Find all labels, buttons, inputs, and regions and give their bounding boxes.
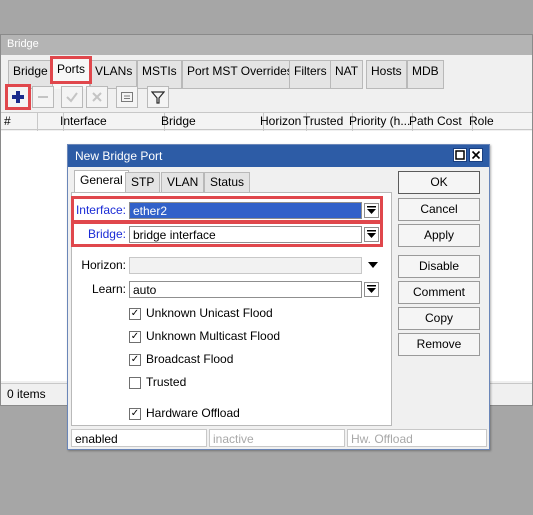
- dropdown-arrow-icon: [367, 285, 376, 293]
- dialog-titlebar[interactable]: New Bridge Port: [68, 145, 489, 167]
- bridge-toolbar: [1, 83, 532, 111]
- comment-button[interactable]: [116, 86, 138, 108]
- add-icon: [12, 91, 24, 103]
- general-tab-panel: Interface: ether2 Bridge: bridge interfa…: [71, 192, 392, 426]
- table-header: # Interface Bridge Horizon Trusted Prior…: [1, 112, 533, 132]
- copy-button[interactable]: Copy: [398, 307, 480, 330]
- status-inactive: inactive: [209, 429, 345, 447]
- learn-field[interactable]: auto: [129, 281, 362, 298]
- enable-button[interactable]: [61, 86, 83, 108]
- unknown-multicast-flood-checkbox[interactable]: ✓: [129, 331, 141, 343]
- disable-button[interactable]: Disable: [398, 255, 480, 278]
- unknown-unicast-flood-label: Unknown Unicast Flood: [146, 306, 273, 320]
- column-path-cost[interactable]: Path Cost: [406, 113, 473, 132]
- horizon-field[interactable]: [129, 257, 362, 274]
- bridge-tabbar: Bridge Ports VLANs MSTIs Port MST Overri…: [1, 56, 532, 89]
- comment-icon: [121, 92, 133, 102]
- column-role[interactable]: Role: [466, 113, 533, 132]
- bridge-dropdown-button[interactable]: [364, 227, 379, 242]
- maximize-button[interactable]: [453, 148, 467, 162]
- interface-label: Interface:: [75, 203, 126, 217]
- dialog-title: New Bridge Port: [75, 149, 163, 163]
- comment-button[interactable]: Comment: [398, 281, 480, 304]
- status-hw-offload: Hw. Offload: [347, 429, 487, 447]
- maximize-icon: [455, 150, 465, 160]
- horizon-expand-icon[interactable]: [368, 262, 378, 269]
- minus-icon: [38, 96, 48, 98]
- unknown-unicast-flood-checkbox[interactable]: ✓: [129, 308, 141, 320]
- column-priority[interactable]: Priority (h...: [346, 113, 413, 132]
- bridge-window-title: Bridge: [1, 35, 532, 55]
- filter-icon: [151, 91, 165, 104]
- check-icon: [66, 92, 78, 103]
- broadcast-flood-label: Broadcast Flood: [146, 352, 234, 366]
- column-bridge[interactable]: Bridge: [158, 113, 264, 132]
- disable-button[interactable]: [86, 86, 108, 108]
- bridge-field[interactable]: bridge interface: [129, 226, 362, 243]
- ok-button[interactable]: OK: [398, 171, 480, 194]
- apply-button[interactable]: Apply: [398, 224, 480, 247]
- interface-dropdown-button[interactable]: [364, 203, 379, 218]
- dropdown-arrow-icon: [367, 206, 376, 214]
- status-enabled: enabled: [71, 429, 207, 447]
- x-icon: [92, 92, 102, 102]
- add-button[interactable]: [7, 86, 29, 108]
- close-button[interactable]: [469, 148, 483, 162]
- dropdown-arrow-icon: [367, 230, 376, 238]
- horizon-label: Horizon:: [81, 258, 126, 272]
- dialog-status-bar: enabled inactive Hw. Offload: [71, 429, 487, 447]
- trusted-checkbox[interactable]: [129, 377, 141, 389]
- trusted-label: Trusted: [146, 375, 187, 389]
- learn-label: Learn:: [91, 282, 126, 296]
- filter-button[interactable]: [147, 86, 169, 108]
- close-icon: [471, 150, 481, 160]
- bridge-label: Bridge:: [87, 227, 126, 241]
- unknown-multicast-flood-label: Unknown Multicast Flood: [146, 329, 281, 343]
- remove-button[interactable]: Remove: [398, 333, 480, 356]
- remove-button[interactable]: [32, 86, 54, 108]
- learn-dropdown-button[interactable]: [364, 282, 379, 297]
- interface-field[interactable]: ether2: [129, 202, 362, 219]
- broadcast-flood-checkbox[interactable]: ✓: [129, 354, 141, 366]
- column-interface[interactable]: Interface: [57, 113, 165, 132]
- cancel-button[interactable]: Cancel: [398, 198, 480, 221]
- hardware-offload-checkbox[interactable]: ✓: [129, 408, 141, 420]
- new-bridge-port-dialog: New Bridge Port General STP VLAN Status …: [67, 144, 490, 450]
- hardware-offload-label: Hardware Offload: [146, 406, 240, 420]
